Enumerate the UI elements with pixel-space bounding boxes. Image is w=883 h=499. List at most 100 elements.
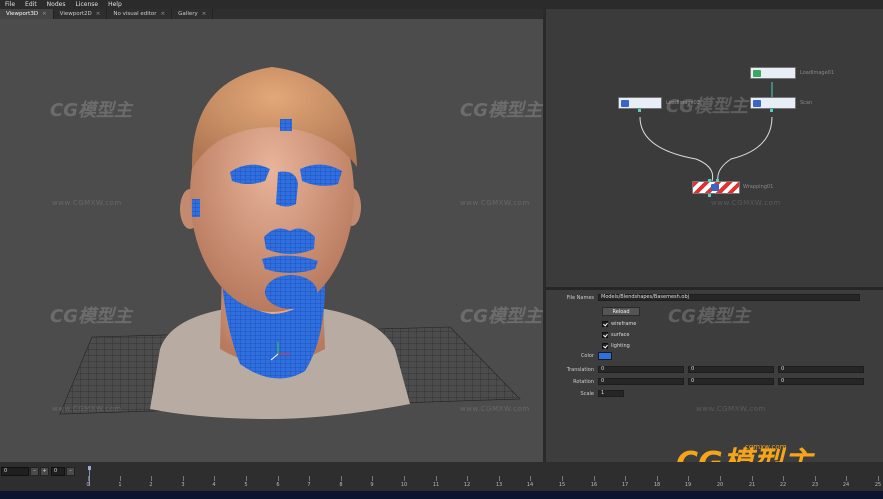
menu-license[interactable]: License [70, 1, 103, 8]
reload-button[interactable]: Reload [602, 307, 640, 316]
timeline-tick-label: 15 [558, 482, 566, 488]
timeline-tick [530, 476, 531, 481]
close-icon[interactable]: × [202, 11, 207, 17]
timeline-tick-label: 9 [370, 482, 374, 488]
timeline-tick-label: 16 [590, 482, 598, 488]
color-label: Color [580, 353, 594, 359]
rotation-z-field[interactable]: 0 [778, 378, 864, 385]
timeline-tick [594, 476, 595, 481]
watermark-url: www.CGMXW.com [696, 405, 766, 413]
model-icon [621, 100, 629, 107]
translation-y-field[interactable]: 0 [688, 366, 774, 373]
tab-label: Viewport3D [6, 11, 39, 17]
node-wrapping[interactable] [692, 181, 740, 194]
properties-panel: File Names Models/Blendshapes/Basemesh.o… [546, 290, 883, 462]
tab-label: No visual editor [113, 11, 157, 17]
timeline-tick [214, 476, 215, 481]
menu-help[interactable]: Help [103, 1, 127, 8]
viewport-tabs: Viewport3D × Viewport2D × No visual editor… [0, 9, 543, 19]
menu-nodes[interactable]: Nodes [42, 1, 71, 8]
rotation-y-field[interactable]: 0 [688, 378, 774, 385]
node-loadimage[interactable] [750, 67, 796, 79]
timeline-tick [499, 476, 500, 481]
model-icon [753, 100, 761, 107]
node-left[interactable] [618, 97, 662, 109]
watermark-url: www.CGMXW.com [460, 199, 530, 207]
tab-no-visual-editor[interactable]: No visual editor × [107, 9, 173, 19]
ear-mesh [192, 199, 200, 217]
color-swatch[interactable] [598, 352, 612, 360]
timeline-tick-label: 10 [400, 482, 408, 488]
node-label: LoadImage01 [800, 70, 835, 76]
timeline-tick-label: 20 [716, 482, 724, 488]
timeline-tick-label: 11 [432, 482, 440, 488]
close-icon[interactable]: × [96, 11, 101, 17]
watermark-url: www.CGMXW.com [52, 199, 122, 207]
scale-field[interactable]: 1 [598, 390, 624, 397]
tab-viewport2d[interactable]: Viewport2D × [54, 9, 108, 19]
timeline-tick-label: 19 [684, 482, 692, 488]
timeline-tick-label: 25 [874, 482, 882, 488]
timeline-ruler[interactable]: 0 1 2 3 4 5 6 7 8 9 10 11 12 13 14 15 16 17 18 19 20 21 22 23 24… [86, 476, 882, 490]
menu-bar: File Edit Nodes License Help [0, 0, 883, 9]
timeline-tick-label: 3 [181, 482, 185, 488]
timeline-tick [467, 476, 468, 481]
playhead[interactable] [88, 466, 91, 486]
current-frame-field[interactable]: 0 [51, 466, 65, 476]
timeline-tick [657, 476, 658, 481]
lighting-checkbox[interactable] [602, 343, 608, 349]
frame-stepper-button[interactable]: – [66, 466, 75, 476]
input-port[interactable] [716, 179, 719, 182]
timeline-tick [183, 476, 184, 481]
rotation-label: Rotation [573, 378, 594, 385]
node-scan[interactable] [750, 97, 796, 109]
step-back-button[interactable]: – [30, 466, 39, 476]
timeline-tick [562, 476, 563, 481]
timeline-tick [120, 476, 121, 481]
start-frame-field[interactable]: 0 [1, 466, 29, 476]
watermark: CG模型主 [50, 100, 132, 121]
watermark: CG模型主 [50, 306, 132, 327]
close-icon[interactable]: × [161, 11, 166, 17]
step-forward-button[interactable]: + [40, 466, 49, 476]
timeline-tick [815, 476, 816, 481]
tab-label: Viewport2D [59, 11, 92, 17]
output-port[interactable] [638, 109, 641, 112]
tab-viewport3d[interactable]: Viewport3D × [0, 9, 54, 19]
file-names-field[interactable]: Models/Blendshapes/Basemesh.obj [598, 294, 860, 301]
timeline-tick [246, 476, 247, 481]
timeline-tick-label: 6 [276, 482, 280, 488]
tab-gallery[interactable]: Gallery × [172, 9, 214, 19]
translation-label: Translation [566, 366, 594, 373]
surface-checkbox[interactable] [602, 332, 608, 338]
close-icon[interactable]: × [42, 11, 47, 17]
status-bar [0, 491, 883, 499]
output-port[interactable] [770, 109, 773, 112]
timeline-tick-label: 2 [149, 482, 153, 488]
tab-label: Gallery [178, 11, 198, 17]
timeline-tick [341, 476, 342, 481]
wireframe-label: wireframe [611, 321, 637, 327]
rotation-x-field[interactable]: 0 [598, 378, 684, 385]
watermark: CG模型主 [668, 306, 750, 327]
timeline-tick [309, 476, 310, 481]
wrap-icon [711, 184, 719, 191]
timeline-tick-label: 13 [495, 482, 503, 488]
node-label: Wrapping01 [743, 184, 774, 190]
translation-z-field[interactable]: 0 [778, 366, 864, 373]
timeline-tick [688, 476, 689, 481]
node-graph[interactable]: LoadImage01 LoadImage02 Scan Wrapping01 … [546, 9, 883, 287]
timeline-tick [878, 476, 879, 481]
translation-x-field[interactable]: 0 [598, 366, 684, 373]
menu-edit[interactable]: Edit [20, 1, 42, 8]
wireframe-checkbox[interactable] [602, 321, 608, 327]
timeline-tick [846, 476, 847, 481]
watermark: CG模型主 [666, 96, 748, 117]
input-port[interactable] [708, 179, 711, 182]
viewport-3d[interactable]: CG模型主 CG模型主 CG模型主 CG模型主 www.CGMXW.com ww… [0, 19, 543, 462]
timeline-controls: 0 – + 0 – [0, 466, 75, 476]
menu-file[interactable]: File [0, 1, 20, 8]
output-port[interactable] [708, 194, 711, 197]
timeline-tick-label: 12 [463, 482, 471, 488]
timeline-tick [720, 476, 721, 481]
